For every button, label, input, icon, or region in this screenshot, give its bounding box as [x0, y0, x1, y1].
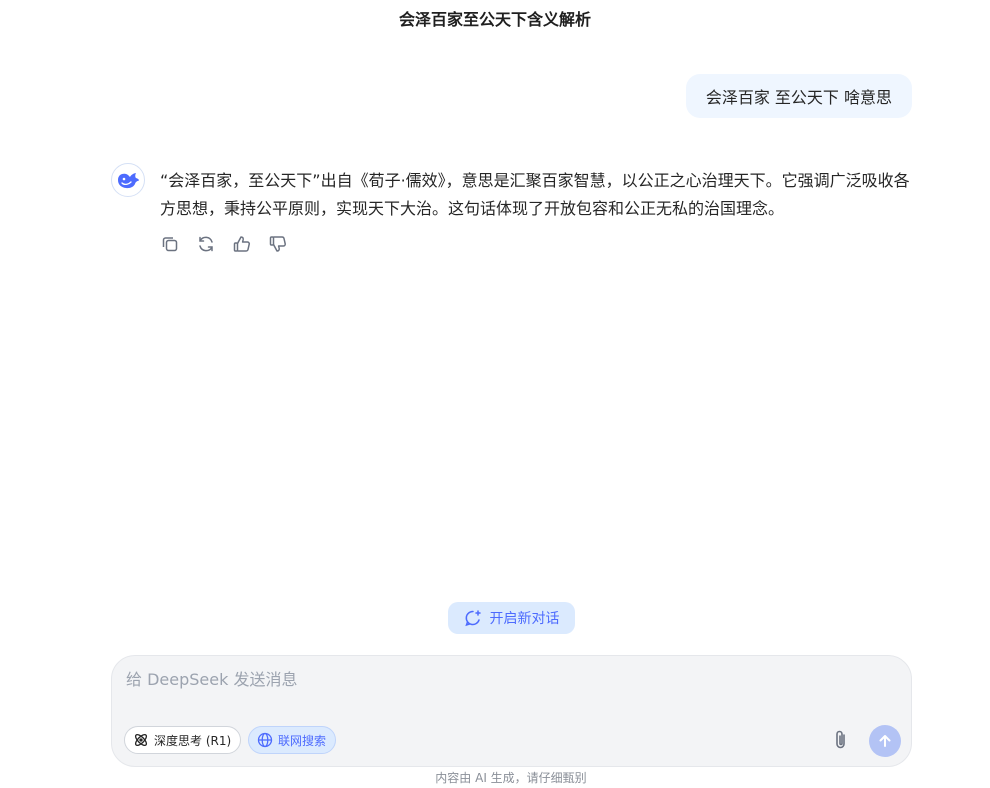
deepseek-whale-icon [118, 173, 139, 189]
thumbs-up-button[interactable] [230, 232, 254, 256]
regenerate-button[interactable] [194, 232, 218, 256]
ai-disclaimer: 内容由 AI 生成，请仔细甄别 [435, 771, 587, 785]
atom-icon [134, 733, 148, 747]
thumbs-down-icon [269, 236, 286, 252]
new-chat-icon [464, 610, 481, 627]
deep-think-toggle[interactable]: 深度思考 (R1) [124, 726, 242, 754]
deep-think-label: 深度思考 (R1) [154, 733, 232, 748]
message-composer: 深度思考 (R1) 联网搜索 [111, 655, 912, 767]
web-search-label: 联网搜索 [278, 733, 327, 748]
assistant-message-text: “会泽百家，至公天下”出自《荀子·儒效》，意思是汇聚百家智慧，以公正之心治理天下… [160, 171, 910, 218]
new-chat-button[interactable]: 开启新对话 [448, 602, 575, 634]
thumbs-up-icon [233, 236, 250, 252]
attach-button[interactable] [827, 726, 855, 754]
globe-icon [257, 732, 273, 748]
assistant-avatar [111, 163, 145, 197]
new-chat-label: 开启新对话 [489, 611, 560, 627]
user-message-text: 会泽百家 至公天下 啥意思 [705, 88, 892, 107]
paperclip-icon [836, 730, 845, 749]
web-search-toggle[interactable]: 联网搜索 [248, 726, 337, 754]
arrow-up-icon [879, 735, 891, 747]
copy-icon [162, 237, 178, 252]
send-button[interactable] [869, 725, 901, 757]
thumbs-down-button[interactable] [266, 232, 290, 256]
message-input[interactable] [126, 666, 886, 692]
page-title: 会泽百家至公天下含义解析 [398, 10, 591, 29]
regenerate-icon [199, 236, 213, 252]
message-actions [158, 232, 290, 256]
user-message-bubble: 会泽百家 至公天下 啥意思 [685, 74, 912, 118]
copy-button[interactable] [158, 232, 182, 256]
